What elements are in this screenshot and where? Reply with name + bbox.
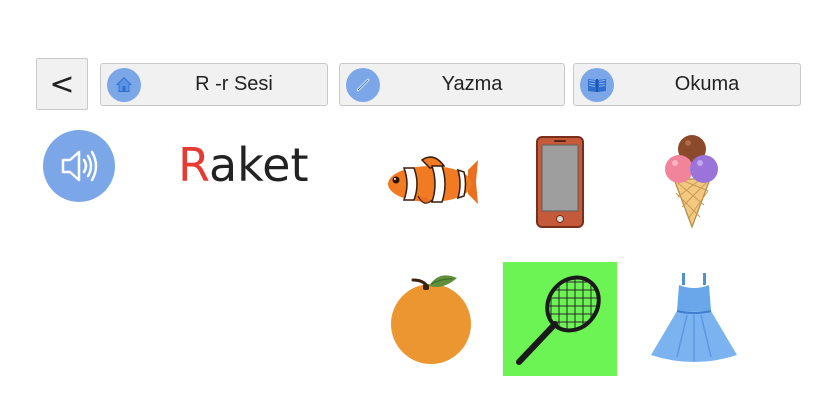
orange-icon [391,275,471,364]
back-button[interactable]: < [36,58,88,110]
lesson-word: Raket [178,138,308,192]
speaker-icon [61,150,98,182]
racket-icon [516,267,610,365]
pencil-icon [346,68,380,102]
home-icon [107,68,141,102]
picture-dress[interactable] [648,268,740,368]
picture-orange[interactable] [383,268,479,368]
word-rest: aket [208,138,309,192]
picture-ice-cream[interactable] [660,130,724,230]
phone-icon [536,136,584,228]
write-button[interactable]: Yazma [339,63,565,106]
picture-racket[interactable] [503,262,617,376]
picture-phone[interactable] [530,132,590,232]
speaker-button[interactable] [43,130,115,202]
word-first-letter: R [178,138,209,192]
book-icon [580,68,614,102]
dress-icon [651,273,737,362]
picture-clownfish[interactable] [380,142,480,222]
read-button[interactable]: Okuma [573,63,801,106]
home-button[interactable]: R -r Sesi [100,63,328,106]
fish-icon [388,156,478,204]
ice-cream-icon [665,135,718,229]
